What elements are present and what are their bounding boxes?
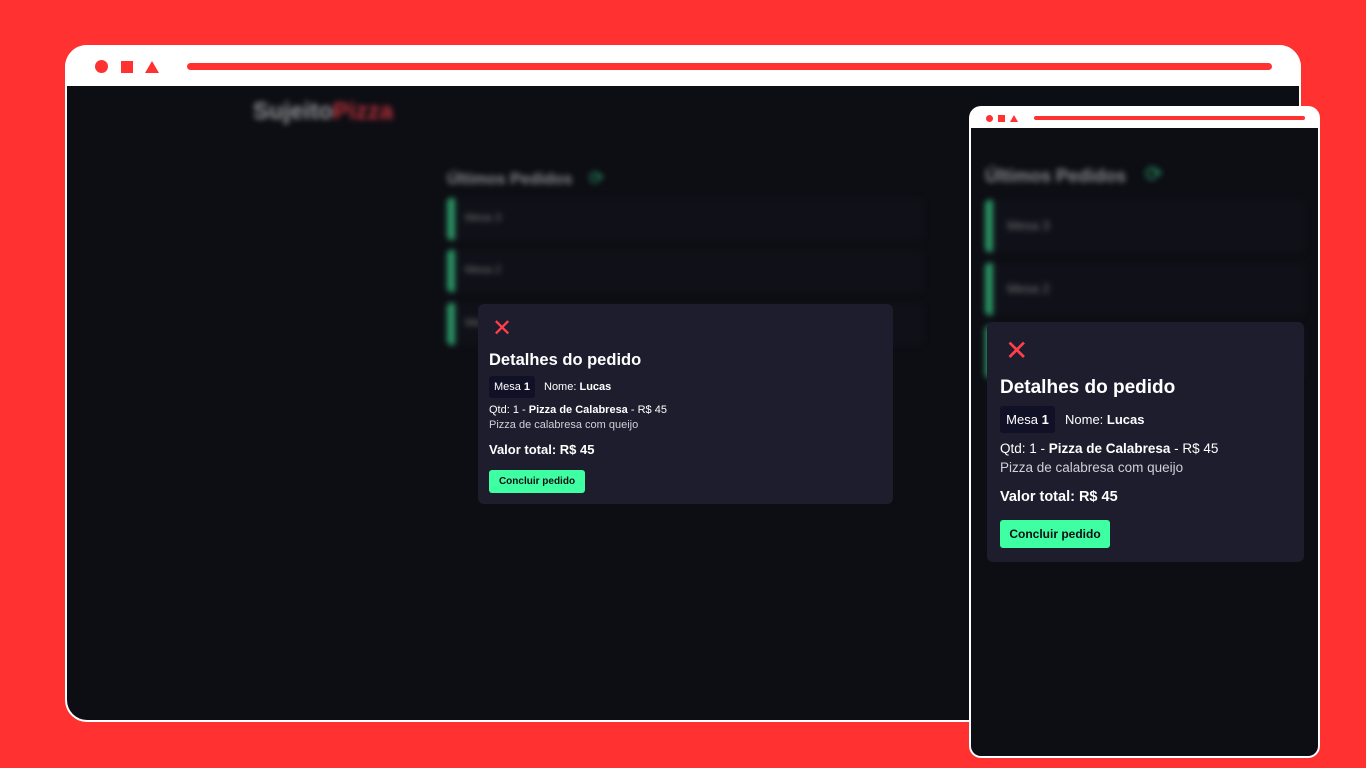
logo-part1: Sujeito: [253, 98, 334, 125]
table-label: Mesa: [1006, 412, 1038, 427]
item-name: Pizza de Calabresa: [528, 404, 628, 416]
finish-order-button[interactable]: Concluir pedido: [489, 470, 585, 493]
order-label: Mesa 3: [1007, 218, 1050, 233]
table-number: 1: [1041, 412, 1049, 427]
circle-shape-icon: [95, 60, 108, 73]
status-strip: [985, 263, 993, 315]
square-shape-icon: [121, 61, 133, 73]
refresh-icon[interactable]: ⟳: [1145, 162, 1163, 187]
triangle-shape-icon: [145, 61, 159, 73]
status-strip: [985, 200, 993, 252]
list-item[interactable]: Mesa 2: [985, 263, 1305, 315]
customer-name-label: Nome:: [544, 381, 577, 393]
status-strip: [447, 250, 455, 292]
list-item[interactable]: Mesa 3: [985, 200, 1305, 252]
item-description: Pizza de calabresa com queijo: [489, 419, 639, 431]
mobile-screen: Últimos Pedidos ⟳ Mesa 3 Mesa 2 Mesa 1 ✕…: [971, 128, 1318, 756]
table-badge: Mesa 1: [1000, 406, 1055, 433]
list-item[interactable]: Mesa 3: [447, 198, 923, 240]
item-price: - R$ 45: [1170, 441, 1219, 456]
orders-title: Últimos Pedidos: [985, 166, 1127, 186]
address-bar: [1034, 116, 1305, 120]
item-name: Pizza de Calabresa: [1048, 441, 1171, 456]
orders-title: Últimos Pedidos: [447, 171, 573, 188]
order-item-line: Qtd: 1 - Pizza de Calabresa - R$ 45: [489, 404, 667, 416]
customer-name: Lucas: [579, 381, 612, 393]
address-bar: [187, 63, 1272, 70]
customer-name: Lucas: [1106, 412, 1145, 427]
item-price: - R$ 45: [627, 404, 667, 416]
order-details-modal: ✕ Detalhes do pedido Mesa 1 Nome: Lucas …: [987, 322, 1304, 562]
modal-title: Detalhes do pedido: [489, 351, 642, 369]
order-info-row: Mesa 1 Nome: Lucas: [489, 376, 611, 398]
order-total: Valor total: R$ 45: [489, 442, 595, 457]
order-details-modal: ✕ Detalhes do pedido Mesa 1 Nome: Lucas …: [478, 304, 893, 504]
order-total: Valor total: R$ 45: [1000, 489, 1118, 505]
table-badge: Mesa 1: [489, 376, 535, 398]
status-strip: [447, 303, 455, 345]
order-label: Mesa 3: [465, 212, 502, 224]
close-icon[interactable]: ✕: [492, 317, 512, 341]
item-description: Pizza de calabresa com queijo: [1000, 460, 1184, 475]
browser-bar: [65, 45, 1301, 87]
finish-order-button[interactable]: Concluir pedido: [1000, 520, 1110, 548]
circle-shape-icon: [986, 115, 993, 122]
mobile-mockup: Últimos Pedidos ⟳ Mesa 3 Mesa 2 Mesa 1 ✕…: [969, 106, 1320, 758]
refresh-icon[interactable]: ⟳: [589, 168, 604, 189]
order-info-row: Mesa 1 Nome: Lucas: [1000, 406, 1145, 433]
modal-title: Detalhes do pedido: [1000, 377, 1176, 398]
table-label: Mesa: [493, 381, 521, 393]
item-qty: Qtd: 1 -: [489, 404, 529, 416]
list-item[interactable]: Mesa 2: [447, 250, 923, 292]
status-strip: [447, 198, 455, 240]
logo: SujeitoPizza: [253, 98, 393, 126]
close-icon[interactable]: ✕: [1005, 337, 1028, 365]
triangle-shape-icon: [1010, 115, 1018, 122]
order-item-line: Qtd: 1 - Pizza de Calabresa - R$ 45: [1000, 441, 1218, 456]
order-label: Mesa 2: [465, 264, 502, 276]
customer-name-label: Nome:: [1065, 412, 1104, 427]
table-number: 1: [523, 381, 531, 393]
item-qty: Qtd: 1 -: [1000, 441, 1049, 456]
logo-part2: Pizza: [333, 98, 394, 125]
order-label: Mesa 2: [1007, 281, 1050, 296]
square-shape-icon: [998, 115, 1005, 122]
